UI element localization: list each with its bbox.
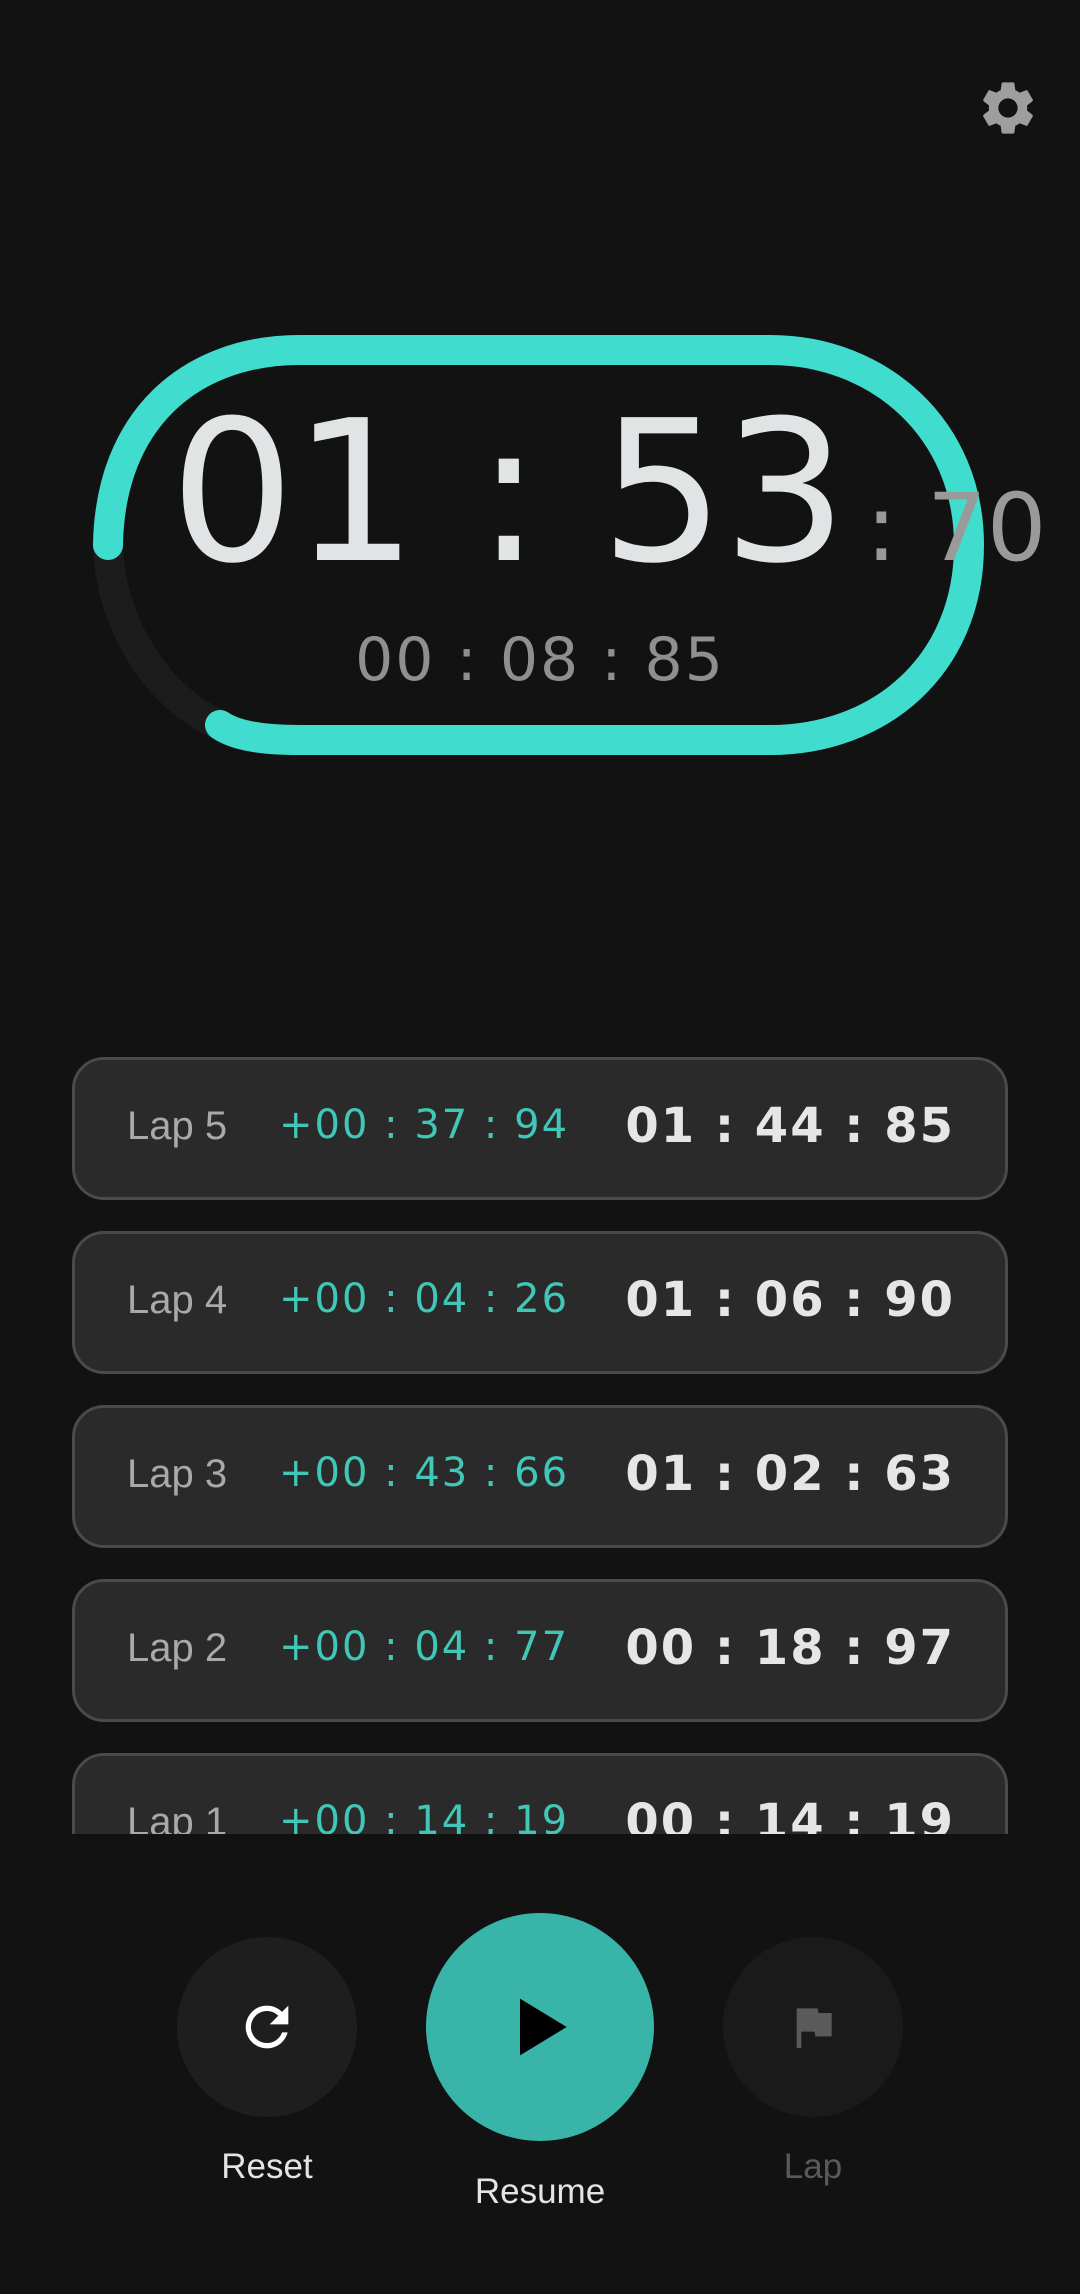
reset-button[interactable] [177, 1937, 357, 2117]
lap-split-time: +00 : 37 : 94 [279, 1102, 570, 1148]
lap-list[interactable]: Lap 5 +00 : 37 : 94 01 : 44 : 85 Lap 4 +… [72, 1057, 1008, 1834]
refresh-icon [245, 2005, 289, 2049]
elapsed-minutes-seconds: 01 : 53 [170, 379, 847, 607]
lap-label-text: Lap [783, 2147, 843, 2186]
lap-row: Lap 4 +00 : 04 : 26 01 : 06 : 90 [72, 1231, 1008, 1374]
lap-split-time: +00 : 04 : 77 [279, 1624, 570, 1670]
lap-split-time: +00 : 04 : 26 [279, 1276, 570, 1322]
lap-total-time: 01 : 06 : 90 [625, 1272, 955, 1328]
current-lap-time: 00 : 08 : 85 [355, 625, 725, 695]
lap-total-time: 00 : 18 : 97 [625, 1620, 955, 1676]
lap-total-time: 01 : 44 : 85 [625, 1098, 955, 1154]
elapsed-time: 01 : 53 : 70 [170, 395, 1047, 605]
lap-label: Lap 2 [127, 1626, 228, 1670]
lap-row: Lap 3 +00 : 43 : 66 01 : 02 : 63 [72, 1405, 1008, 1548]
lap-total-time: 00 : 14 : 19 [625, 1794, 955, 1834]
resume-label: Resume [474, 2172, 606, 2211]
play-icon [520, 1998, 567, 2056]
resume-button[interactable] [426, 1913, 654, 2141]
reset-label: Reset [221, 2147, 313, 2186]
lap-total-time: 01 : 02 : 63 [625, 1446, 955, 1502]
lap-split-time: +00 : 43 : 66 [279, 1450, 570, 1496]
elapsed-hundredths: : 70 [865, 474, 1047, 583]
lap-split-time: +00 : 14 : 19 [279, 1798, 570, 1834]
stopwatch-display: 01 : 53 : 70 00 : 08 : 85 [0, 0, 1080, 820]
flag-icon [796, 2008, 832, 2048]
lap-label: Lap 5 [127, 1104, 228, 1148]
lap-label: Lap 3 [127, 1452, 228, 1496]
lap-button[interactable] [723, 1937, 903, 2117]
lap-row: Lap 5 +00 : 37 : 94 01 : 44 : 85 [72, 1057, 1008, 1200]
lap-row: Lap 1 +00 : 14 : 19 00 : 14 : 19 [72, 1753, 1008, 1834]
lap-label: Lap 1 [127, 1800, 228, 1834]
lap-label: Lap 4 [127, 1278, 228, 1322]
lap-row: Lap 2 +00 : 04 : 77 00 : 18 : 97 [72, 1579, 1008, 1722]
